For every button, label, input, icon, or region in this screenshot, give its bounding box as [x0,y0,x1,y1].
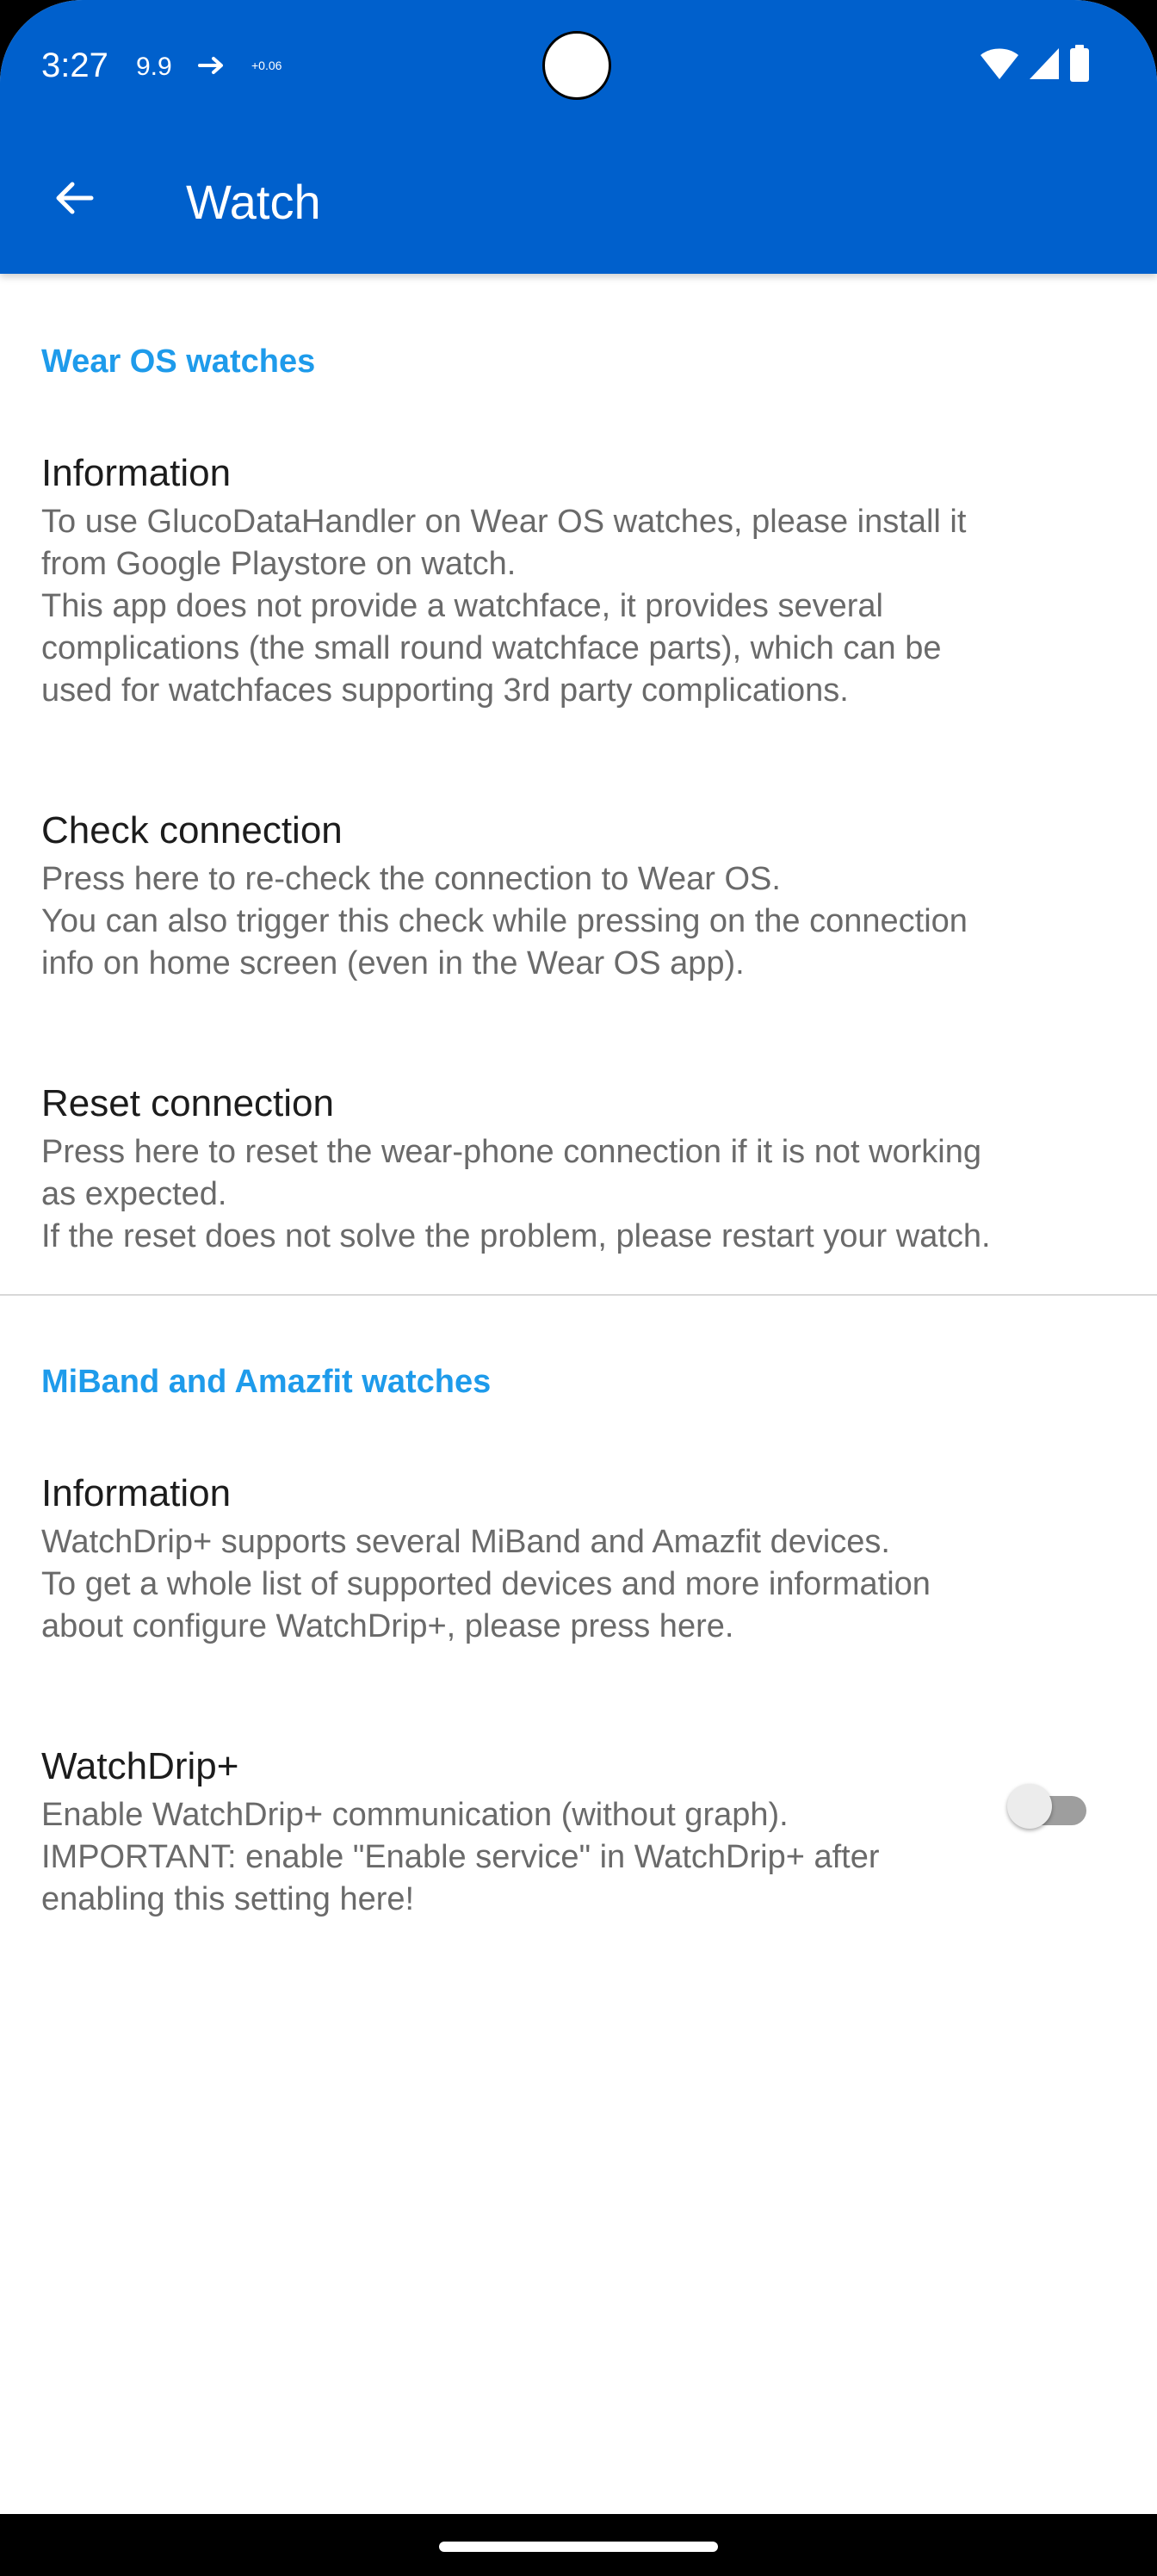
summary-line: enabling this setting here! [41,1881,415,1917]
status-time: 3:27 [41,46,108,84]
page-title: Watch [186,175,321,229]
summary-line: Press here to reset the wear-phone conne… [41,1134,982,1170]
summary-line: as expected. [41,1176,227,1212]
pref-title: Check connection [41,809,343,851]
battery-icon [1069,44,1090,87]
summary-line: To use GlucoDataHandler on Wear OS watch… [41,504,967,540]
summary-line: IMPORTANT: enable "Enable service" in Wa… [41,1839,880,1875]
back-button[interactable] [38,164,110,236]
status-glucose-value: 9.9 [136,53,172,81]
pref-summary: WatchDrip+ supports several MiBand and A… [41,1521,1116,1648]
pref-summary: Press here to reset the wear-phone conne… [41,1131,1116,1258]
pref-summary: To use GlucoDataHandler on Wear OS watch… [41,501,1116,712]
arrow-back-icon [50,174,98,226]
summary-line: Press here to re-check the connection to… [41,861,781,897]
pref-title: Reset connection [41,1082,334,1124]
section-header: Wear OS watches [41,344,316,380]
pref-summary: Enable WatchDrip+ communication (without… [41,1794,985,1921]
pref-title: Information [41,452,232,494]
summary-line: WatchDrip+ supports several MiBand and A… [41,1524,890,1560]
screen: 3:27 9.9 +0.06 Watch Wear OS watches Inf… [0,0,1157,2576]
app-bar: 3:27 9.9 +0.06 Watch [0,0,1157,274]
pref-watchdrip[interactable]: WatchDrip+ Enable WatchDrip+ communicati… [0,1648,1157,1921]
pref-wear-os-information[interactable]: Information To use GlucoDataHandler on W… [0,382,1157,712]
cellular-signal-icon [1028,46,1061,85]
section-miband-amazfit: MiBand and Amazfit watches Information W… [0,1296,1157,1921]
watchdrip-switch[interactable] [1007,1784,1086,1829]
section-header: MiBand and Amazfit watches [41,1364,492,1400]
summary-line: info on home screen (even in the Wear OS… [41,945,745,981]
navigation-bar [0,2514,1157,2576]
summary-line: This app does not provide a watchface, i… [41,588,883,624]
pref-title: Information [41,1472,232,1514]
summary-line: To get a whole list of supported devices… [41,1566,931,1602]
wifi-icon [980,46,1019,85]
arrow-right-icon [195,48,229,83]
switch-thumb [1007,1784,1052,1829]
camera-cutout [542,31,611,100]
summary-line: from Google Playstore on watch. [41,546,517,582]
pref-title: WatchDrip+ [41,1745,239,1787]
summary-line: about configure WatchDrip+, please press… [41,1608,734,1644]
pref-reset-connection[interactable]: Reset connection Press here to reset the… [0,985,1157,1294]
section-wear-os: Wear OS watches Information To use Gluco… [0,274,1157,1294]
pref-summary: Press here to re-check the connection to… [41,858,1116,985]
home-gesture-handle[interactable] [439,2542,718,2552]
preference-list: Wear OS watches Information To use Gluco… [0,274,1157,1921]
summary-line: You can also trigger this check while pr… [41,903,968,939]
status-icons [980,44,1090,87]
summary-line: If the reset does not solve the problem,… [41,1218,991,1254]
status-glucose-delta: +0.06 [251,59,282,72]
pref-miband-information[interactable]: Information WatchDrip+ supports several … [0,1403,1157,1648]
summary-line: Enable WatchDrip+ communication (without… [41,1797,789,1833]
summary-line: used for watchfaces supporting 3rd party… [41,672,849,709]
summary-line: complications (the small round watchface… [41,630,942,666]
pref-check-connection[interactable]: Check connection Press here to re-check … [0,712,1157,985]
